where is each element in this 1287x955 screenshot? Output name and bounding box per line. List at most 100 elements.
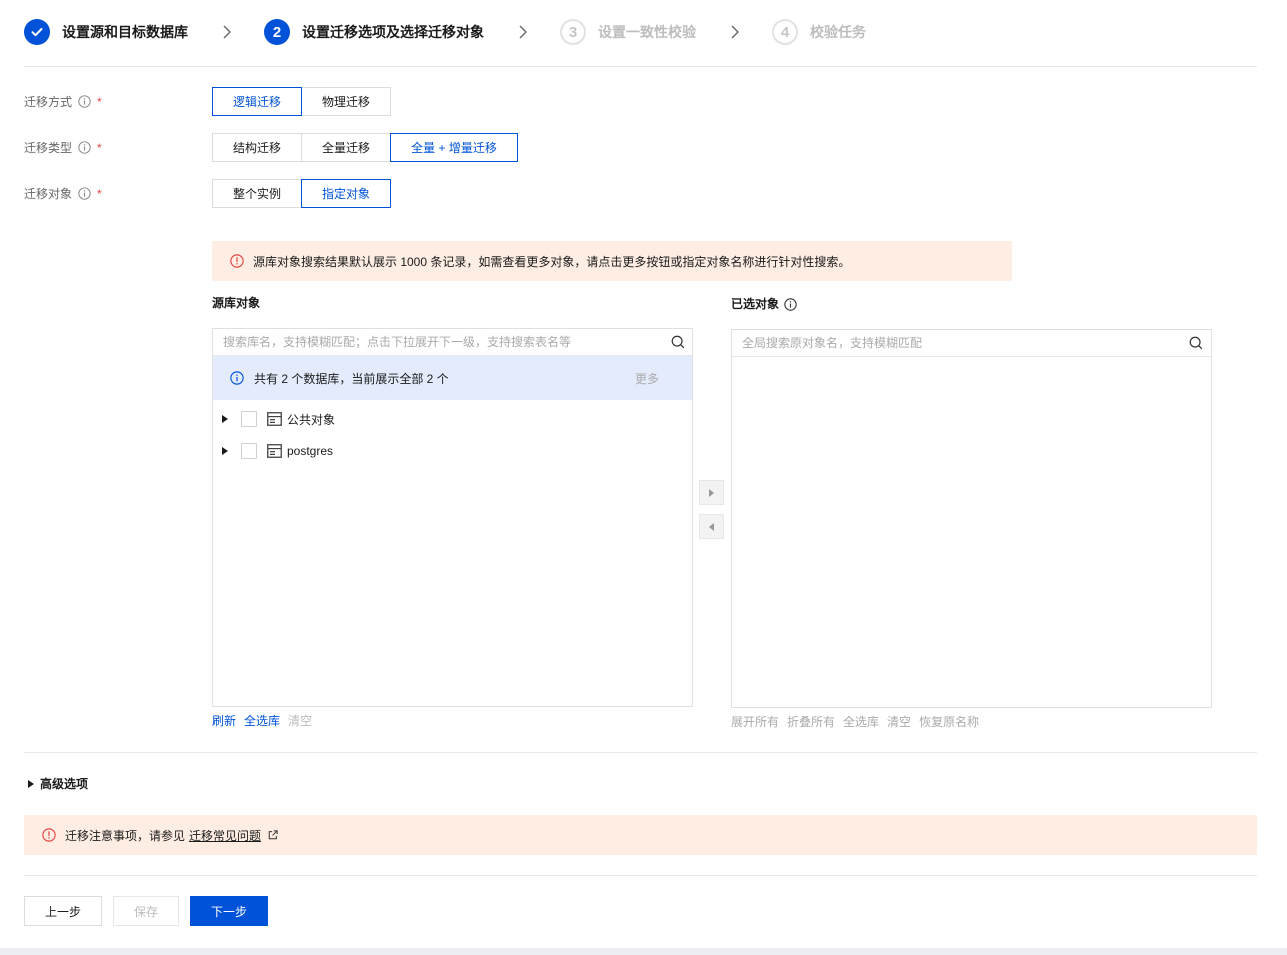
form-row-migration-object: 迁移对象 * 整个实例 指定对象	[24, 179, 724, 208]
step-label: 设置源和目标数据库	[62, 24, 188, 40]
notice-text: 源库对象搜索结果默认展示 1000 条记录，如需查看更多对象，请点击更多按钮或指…	[253, 254, 851, 269]
save-button[interactable]: 保存	[113, 896, 180, 926]
clear-link[interactable]: 清空	[887, 715, 911, 729]
option-logical-migration[interactable]: 逻辑迁移	[212, 87, 302, 116]
target-search	[732, 330, 1211, 357]
warning-icon	[230, 254, 244, 268]
form-label-text: 迁移方式	[24, 95, 73, 109]
caret-right-icon[interactable]	[222, 447, 228, 455]
selected-objects-panel	[731, 329, 1212, 708]
source-search	[213, 329, 692, 356]
restore-names-link[interactable]: 恢复原名称	[919, 715, 979, 729]
option-specified-objects[interactable]: 指定对象	[301, 179, 391, 208]
caret-right-icon	[28, 780, 34, 788]
external-link-icon[interactable]	[268, 830, 278, 840]
refresh-link[interactable]: 刷新	[212, 714, 236, 728]
search-icon[interactable]	[1189, 336, 1203, 350]
form-label: 迁移类型 *	[24, 133, 102, 162]
select-all-databases-link[interactable]: 全选库	[843, 715, 879, 729]
tree-item-checkbox[interactable]	[241, 411, 257, 427]
collapse-all-link[interactable]: 折叠所有	[787, 715, 835, 729]
step-number-badge: 3	[560, 19, 586, 45]
step-label: 校验任务	[810, 24, 866, 40]
caret-right-icon	[709, 488, 714, 497]
migration-object-group: 整个实例 指定对象	[212, 179, 391, 208]
wizard-actions: 上一步 保存 下一步	[24, 896, 279, 926]
step-number-badge: 4	[772, 19, 798, 45]
chevron-right-icon	[518, 25, 528, 39]
form-row-migration-method: 迁移方式 * 逻辑迁移 物理迁移	[24, 87, 724, 116]
next-step-button[interactable]: 下一步	[190, 896, 269, 926]
search-icon[interactable]	[671, 335, 685, 349]
database-icon	[267, 444, 282, 458]
clear-link[interactable]: 清空	[288, 714, 312, 728]
migration-task-page: 设置源和目标数据库 2 设置迁移选项及选择迁移对象 3 设置一致性校验 4 校验…	[0, 0, 1287, 955]
add-to-selected-button[interactable]	[699, 480, 724, 505]
step-3: 3 设置一致性校验	[560, 19, 696, 45]
caret-right-icon[interactable]	[222, 415, 228, 423]
migration-method-group: 逻辑迁移 物理迁移	[212, 87, 391, 116]
step-label: 设置迁移选项及选择迁移对象	[302, 24, 484, 40]
option-physical-migration[interactable]: 物理迁移	[301, 87, 391, 116]
tree-item-checkbox[interactable]	[241, 443, 257, 459]
source-objects-panel: 共有 2 个数据库，当前展示全部 2 个 更多 公共对象	[212, 328, 693, 707]
source-search-input[interactable]	[213, 329, 692, 355]
form-label-text: 迁移类型	[24, 141, 73, 155]
required-mark: *	[97, 94, 102, 109]
step-label: 设置一致性校验	[598, 24, 696, 40]
option-full-migration[interactable]: 全量迁移	[301, 133, 391, 162]
tree-item-label: postgres	[287, 444, 334, 458]
required-mark: *	[97, 140, 102, 155]
info-icon[interactable]	[784, 297, 797, 311]
divider	[24, 752, 1257, 753]
target-search-input[interactable]	[732, 330, 1211, 356]
advanced-options-toggle[interactable]: 高级选项	[28, 777, 88, 791]
expand-all-link[interactable]: 展开所有	[731, 715, 779, 729]
info-text: 共有 2 个数据库，当前展示全部 2 个	[254, 371, 449, 386]
chevron-right-icon	[222, 25, 232, 39]
info-icon[interactable]	[78, 141, 91, 154]
option-structure-migration[interactable]: 结构迁移	[212, 133, 302, 162]
migration-faq-link[interactable]: 迁移常见问题	[189, 827, 261, 844]
migration-type-group: 结构迁移 全量迁移 全量 + 增量迁移	[212, 133, 518, 162]
advanced-options-label: 高级选项	[40, 777, 89, 791]
source-panel-title: 源库对象	[212, 296, 261, 310]
info-icon	[230, 371, 244, 385]
target-panel-title-text: 已选对象	[731, 297, 780, 311]
check-icon	[24, 19, 50, 45]
notice-text: 迁移注意事项，请参见	[65, 828, 186, 843]
object-search-notice: 源库对象搜索结果默认展示 1000 条记录，如需查看更多对象，请点击更多按钮或指…	[212, 241, 1012, 281]
option-full-incremental-migration[interactable]: 全量 + 增量迁移	[390, 133, 518, 162]
info-icon[interactable]	[78, 187, 91, 200]
divider	[24, 66, 1257, 67]
step-number-badge: 2	[264, 19, 290, 45]
step-1: 设置源和目标数据库	[24, 19, 188, 45]
caret-left-icon	[709, 522, 714, 531]
database-icon	[267, 412, 282, 426]
form-row-migration-type: 迁移类型 * 结构迁移 全量迁移 全量 + 增量迁移	[24, 133, 724, 162]
migration-notice: 迁移注意事项，请参见 迁移常见问题	[24, 815, 1257, 855]
target-panel-actions: 展开所有 折叠所有 全选库 清空 恢复原名称	[731, 715, 987, 729]
chevron-right-icon	[730, 25, 740, 39]
info-icon[interactable]	[78, 95, 91, 108]
required-mark: *	[97, 186, 102, 201]
steps-bar: 设置源和目标数据库 2 设置迁移选项及选择迁移对象 3 设置一致性校验 4 校验…	[24, 19, 866, 45]
warning-icon	[42, 828, 56, 842]
option-whole-instance[interactable]: 整个实例	[212, 179, 302, 208]
form-label: 迁移对象 *	[24, 179, 102, 208]
source-tree: 公共对象 postgres	[213, 400, 692, 467]
divider	[24, 875, 1257, 876]
target-panel-title: 已选对象	[731, 297, 797, 311]
source-panel-actions: 刷新 全选库 清空	[212, 714, 320, 728]
select-all-databases-link[interactable]: 全选库	[244, 714, 280, 728]
more-link[interactable]: 更多	[635, 370, 659, 387]
previous-step-button[interactable]: 上一步	[24, 896, 103, 926]
tree-item[interactable]: 公共对象	[213, 403, 692, 435]
remove-from-selected-button[interactable]	[699, 514, 724, 539]
step-4: 4 校验任务	[772, 19, 866, 45]
tree-item[interactable]: postgres	[213, 435, 692, 467]
form-label: 迁移方式 *	[24, 87, 102, 116]
database-count-info: 共有 2 个数据库，当前展示全部 2 个 更多	[213, 356, 692, 400]
page-bottom-bar	[0, 948, 1287, 955]
step-2: 2 设置迁移选项及选择迁移对象	[264, 19, 484, 45]
